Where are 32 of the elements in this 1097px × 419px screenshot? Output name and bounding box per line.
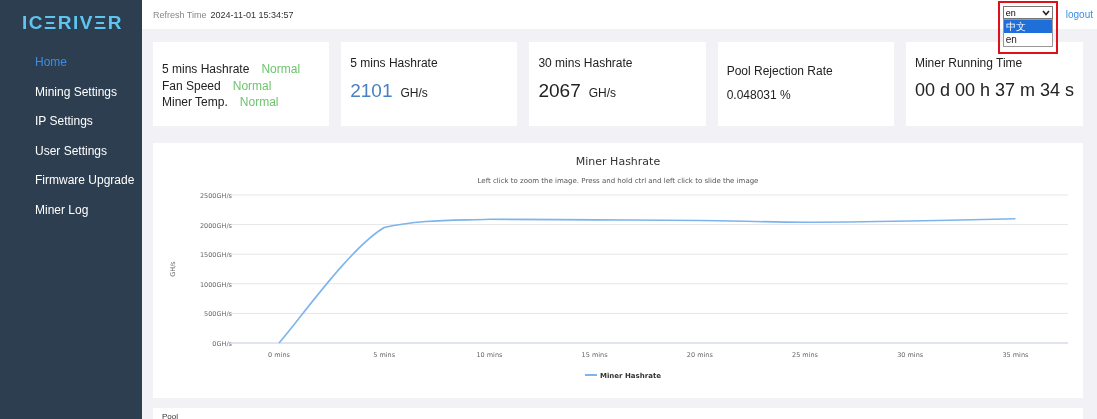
- metric-label: Pool Rejection Rate: [726, 64, 834, 78]
- status-label: Miner Temp.: [162, 94, 228, 111]
- sidebar-item[interactable]: Firmware Upgrade: [0, 170, 142, 200]
- status-value: Normal: [261, 61, 301, 78]
- status-value: Normal: [239, 94, 279, 111]
- status-value: Normal: [232, 77, 272, 94]
- metric-label: Miner Running Time: [914, 56, 1024, 70]
- logout-link[interactable]: logout: [1065, 9, 1093, 20]
- sidebar-item[interactable]: Mining Settings: [0, 81, 142, 112]
- chart-title: Miner Hashrate: [575, 155, 661, 168]
- select-value: en: [1005, 7, 1016, 18]
- metric-label: 5 mins Hashrate: [350, 56, 439, 70]
- metric-value: 00 d 00 h 37 m 34 s: [914, 80, 1074, 101]
- metric-value: 2101: [350, 80, 393, 102]
- logo: ICΞRIVΞR: [21, 11, 124, 35]
- pool-title: Pool: [162, 412, 178, 419]
- metric-label: 30 mins Hashrate: [538, 56, 634, 70]
- metric-value: 2067: [538, 80, 581, 102]
- sidebar-item[interactable]: Miner Log: [0, 199, 142, 230]
- dropdown-option[interactable]: en: [1003, 33, 1052, 46]
- caret-icon: [1041, 9, 1050, 16]
- status-label: Fan Speed: [162, 77, 221, 94]
- refresh-time: 2024-11-01 15:34:57: [210, 10, 294, 20]
- refresh-label: Refresh Time: [153, 10, 207, 20]
- status-label: 5 mins Hashrate: [162, 61, 250, 78]
- sidebar-item[interactable]: User Settings: [0, 140, 142, 171]
- metric-unit: GH/s: [400, 86, 428, 100]
- language-select[interactable]: en: [1002, 6, 1053, 19]
- metric-value: 0.048031 %: [726, 88, 792, 102]
- sidebar-item[interactable]: IP Settings: [0, 111, 142, 141]
- metric-unit: GH/s: [588, 86, 617, 100]
- dropdown-option[interactable]: 中文: [1003, 20, 1052, 33]
